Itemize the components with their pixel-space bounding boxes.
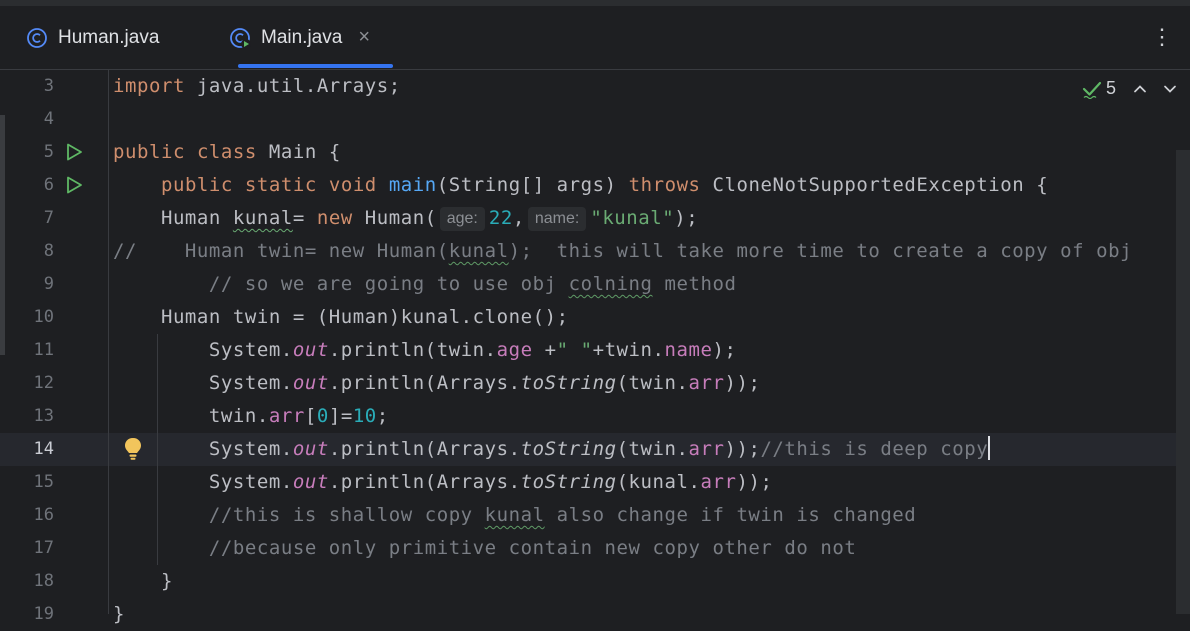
code-line: //because only primitive contain new cop… <box>113 537 857 559</box>
line-number: 6 <box>43 175 54 195</box>
code-editor[interactable]: 3 4 5 6 7 8 9 10 11 12 13 14 15 16 17 18… <box>0 70 1190 625</box>
tab-label: Human.java <box>58 26 160 48</box>
code-line: //this is shallow copy kunal also change… <box>113 504 917 526</box>
line-number: 14 <box>33 439 54 459</box>
code-line: Human kunal= new Human(age: 22, name: "kuna… <box>113 207 699 231</box>
tab-label: Main.java <box>261 26 343 48</box>
line-number: 7 <box>43 208 54 228</box>
vertical-scrollbar[interactable] <box>1176 150 1190 614</box>
line-number: 10 <box>33 307 54 327</box>
code-line: System.out.println(Arrays.toString(twin.… <box>113 436 991 460</box>
more-options-icon[interactable]: ⋮ <box>1151 20 1173 54</box>
code-line: import java.util.Arrays; <box>113 75 401 97</box>
line-number: 8 <box>43 241 54 261</box>
parameter-hint: name: <box>527 207 587 231</box>
indent-guide <box>108 70 109 614</box>
inspection-count: 5 <box>1106 78 1117 98</box>
runnable-class-icon <box>229 27 251 49</box>
code-line: public static void main(String[] args) t… <box>160 174 1049 196</box>
code-line: public class Main { <box>113 141 341 163</box>
line-number: 18 <box>33 571 54 591</box>
run-icon[interactable] <box>64 142 84 162</box>
code-line: Human twin = (Human)kunal.clone(); <box>113 306 569 328</box>
line-number: 9 <box>43 274 54 294</box>
line-number: 17 <box>33 538 54 558</box>
code-line: } <box>113 570 173 592</box>
code-line: System.out.println(Arrays.toString(kunal… <box>113 471 773 493</box>
code-line: // Human twin= new Human(kunal); this wi… <box>113 240 1133 262</box>
text-caret <box>988 436 991 460</box>
code-line: System.out.println(twin.age +" "+twin.na… <box>113 339 737 361</box>
line-number: 4 <box>43 109 54 129</box>
close-icon[interactable]: × <box>358 26 370 49</box>
code-line: twin.arr[0]=10; <box>113 405 389 427</box>
inspection-widget[interactable]: 5 <box>1082 78 1190 99</box>
line-number: 15 <box>33 472 54 492</box>
tab-main-java[interactable]: Main.java × <box>229 6 370 69</box>
line-number: 12 <box>33 373 54 393</box>
line-number: 11 <box>33 340 54 360</box>
check-icon <box>1082 79 1102 99</box>
tab-human-java[interactable]: Human.java <box>26 6 159 69</box>
line-number: 3 <box>43 76 54 96</box>
run-icon[interactable] <box>64 175 84 195</box>
chevron-up-icon[interactable] <box>1132 81 1148 97</box>
parameter-hint: age: <box>439 207 485 231</box>
line-number: 19 <box>33 604 54 624</box>
editor-tab-bar: Human.java Main.java × ⋮ <box>0 6 1190 70</box>
code-line: System.out.println(Arrays.toString(twin.… <box>113 372 761 394</box>
code-line: // so we are going to use obj colning me… <box>113 273 737 295</box>
class-icon <box>26 27 48 49</box>
chevron-down-icon[interactable] <box>1162 81 1178 97</box>
active-tab-indicator <box>238 64 393 68</box>
line-number: 13 <box>33 406 54 426</box>
code-line: } <box>113 603 125 625</box>
line-number: 5 <box>43 142 54 162</box>
line-number: 16 <box>33 505 54 525</box>
